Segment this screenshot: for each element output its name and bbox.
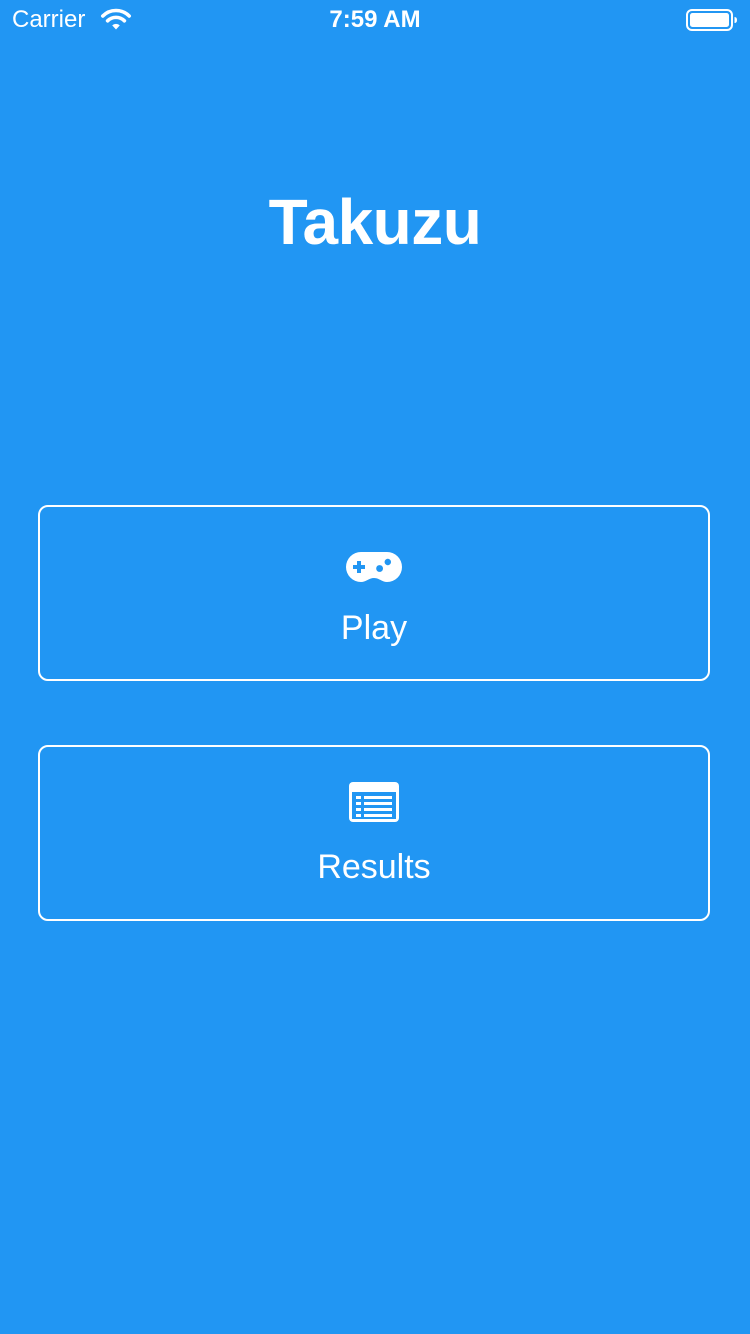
list-icon [349,782,399,822]
play-label: Play [340,609,408,647]
app-title: Takuzu [268,186,482,258]
status-bar: Carrier 7:59 AM [0,0,750,40]
results-label: Results [317,848,431,886]
clock: 7:59 AM [329,6,421,33]
results-button[interactable]: Results [38,745,710,921]
battery-full-icon [686,9,737,31]
play-button[interactable]: Play [38,505,710,681]
gamepad-icon [346,552,402,582]
